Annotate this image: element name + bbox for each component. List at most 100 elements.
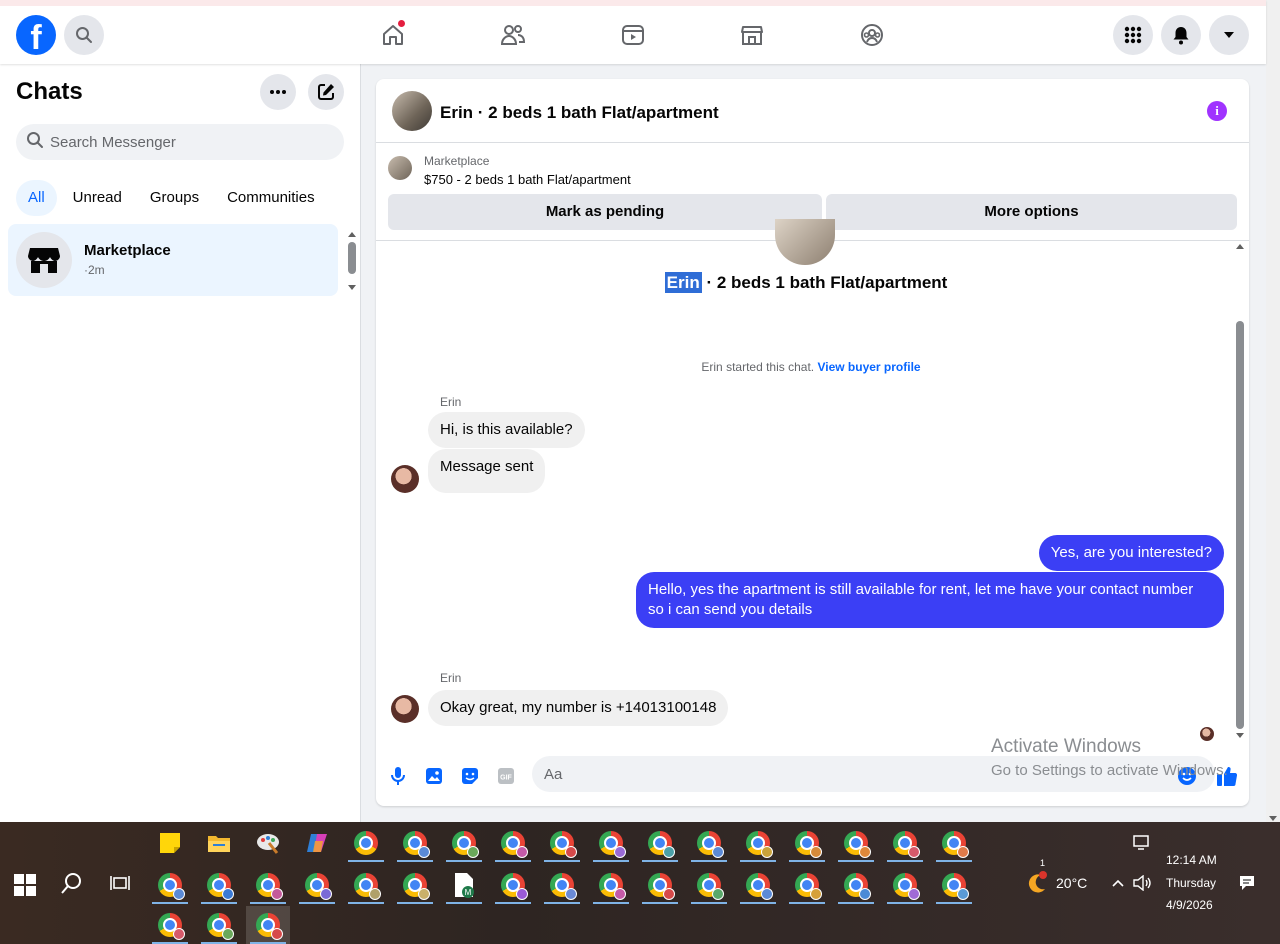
more-options-button[interactable]: More options [826,194,1237,230]
chrome-profile-icon[interactable] [246,866,290,904]
file-explorer-icon[interactable] [197,824,241,862]
photo-icon[interactable] [422,764,446,788]
erin-avatar[interactable] [391,465,419,493]
gif-icon[interactable]: GIF [494,764,518,788]
document-app-icon[interactable]: M [442,866,486,904]
action-center-icon[interactable] [1225,864,1269,902]
taskbar-search-icon[interactable] [50,864,94,902]
paint-icon[interactable] [246,824,290,862]
erin-avatar[interactable] [391,695,419,723]
weather-temperature[interactable]: 20°C [1056,875,1087,891]
windows-taskbar: M 1 20°C 12:14 AM Thursday 4/9/2026 [0,822,1280,944]
message-bubble[interactable]: Hello, yes the apartment is still availa… [636,572,1224,628]
microphone-icon[interactable] [386,764,410,788]
chats-title: Chats [16,78,83,105]
message-input-field[interactable] [532,756,1215,792]
groups-icon[interactable] [852,18,892,52]
facebook-logo[interactable]: f [16,15,56,55]
chrome-profile-icon[interactable] [834,824,878,862]
chrome-profile-icon[interactable] [883,866,927,904]
chrome-profile-icon-active[interactable] [246,906,290,944]
chrome-profile-icon[interactable] [883,824,927,862]
task-view-icon[interactable] [98,864,142,902]
chrome-icon[interactable] [344,824,388,862]
listing-thumbnail[interactable] [388,156,412,180]
chrome-profile-icon[interactable] [687,824,731,862]
friends-icon[interactable] [493,18,533,52]
clock-day[interactable]: Thursday [1166,876,1216,890]
new-message-icon[interactable] [308,74,344,110]
chrome-profile-icon[interactable] [393,866,437,904]
weather-icon[interactable]: 1 [1014,858,1058,902]
chrome-profile-icon[interactable] [932,866,976,904]
filter-tab-groups[interactable]: Groups [138,180,211,216]
chrome-profile-icon[interactable] [197,866,241,904]
chrome-profile-icon[interactable] [589,824,633,862]
clock-time[interactable]: 12:14 AM [1166,853,1217,867]
message-input[interactable] [544,756,1164,792]
chrome-profile-icon[interactable] [393,824,437,862]
chrome-profile-icon[interactable] [344,866,388,904]
chrome-profile-icon[interactable] [589,866,633,904]
sticker-icon[interactable] [458,764,482,788]
filter-tab-all[interactable]: All [16,180,57,216]
chrome-profile-icon[interactable] [736,866,780,904]
thumbs-up-icon[interactable] [1215,764,1239,788]
top-navbar: f [0,0,1266,64]
mark-as-pending-button[interactable]: Mark as pending [388,194,822,230]
search-messenger-input[interactable] [50,133,320,151]
chrome-profile-icon[interactable] [638,866,682,904]
chrome-profile-icon[interactable] [540,824,584,862]
filter-tab-unread[interactable]: Unread [61,180,134,216]
menu-grid-icon[interactable] [1113,15,1153,55]
chrome-profile-icon[interactable] [295,866,339,904]
page-scrollbar[interactable] [1266,0,1280,822]
volume-icon[interactable] [1120,864,1164,902]
message-bubble[interactable]: Hi, is this available? [428,412,585,448]
video-icon[interactable] [613,18,653,52]
marketplace-icon[interactable] [732,18,772,52]
view-buyer-profile-link[interactable]: View buyer profile [817,360,920,374]
chrome-profile-icon[interactable] [687,866,731,904]
chrome-profile-icon[interactable] [932,824,976,862]
home-icon[interactable] [373,18,413,52]
chrome-profile-icon[interactable] [785,866,829,904]
sidebar-scrollbar[interactable] [345,230,359,294]
chrome-profile-icon[interactable] [148,866,192,904]
search-icon[interactable] [64,15,104,55]
more-options-icon[interactable] [260,74,296,110]
message-bubble[interactable]: Okay great, my number is +14013100148 [428,690,729,726]
sticky-notes-icon[interactable] [148,824,192,862]
chrome-profile-icon[interactable] [491,866,535,904]
clock-date[interactable]: 4/9/2026 [1166,898,1213,912]
message-bubble[interactable]: Message sent [428,449,546,493]
chrome-profile-icon[interactable] [148,906,192,944]
windows-start-icon[interactable] [14,874,36,896]
listing-avatar[interactable] [392,91,432,131]
search-messenger-field[interactable] [16,124,344,160]
filter-tab-communities[interactable]: Communities [215,180,327,216]
chrome-profile-icon[interactable] [638,824,682,862]
message-bubble[interactable]: Yes, are you interested? [1038,535,1224,571]
chrome-profile-icon[interactable] [834,866,878,904]
chrome-profile-icon[interactable] [736,824,780,862]
chrome-profile-icon[interactable] [442,824,486,862]
network-icon[interactable] [1120,824,1164,862]
conversation-title[interactable]: Erin · 2 beds 1 bath Flat/apartment [440,103,719,123]
listing-category: Marketplace [424,154,490,168]
listing-price-title[interactable]: $750 - 2 beds 1 bath Flat/apartment [424,172,631,187]
home-notification-dot [398,20,405,27]
account-caret-icon[interactable] [1209,15,1249,55]
emoji-icon[interactable] [1175,764,1199,788]
chrome-profile-icon[interactable] [540,866,584,904]
chrome-profile-icon[interactable] [785,824,829,862]
notifications-bell-icon[interactable] [1161,15,1201,55]
chrome-profile-icon[interactable] [491,824,535,862]
copilot-icon[interactable] [295,824,339,862]
thread-scrollbar[interactable] [1233,241,1245,741]
info-icon[interactable]: i [1207,101,1227,121]
chrome-profile-icon[interactable] [197,906,241,944]
thread-scrollbar-thumb[interactable] [1236,321,1244,729]
chat-list-item[interactable]: Marketplace ·2m [8,224,338,296]
conversation-panel: Erin · 2 beds 1 bath Flat/apartment i Ma… [376,79,1249,806]
